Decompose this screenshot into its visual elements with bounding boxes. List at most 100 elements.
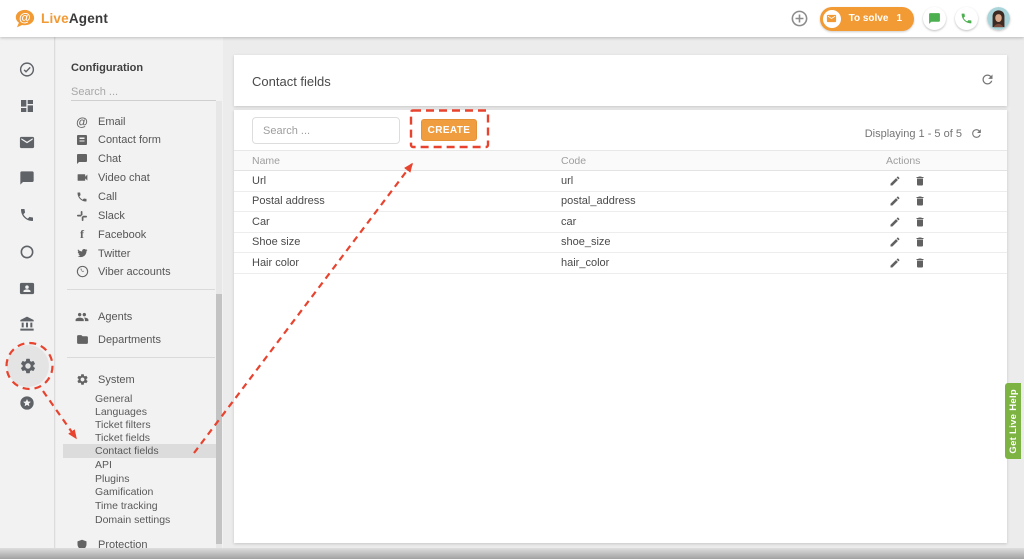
check-circle-icon[interactable]: [19, 61, 36, 78]
sidebar-search-input[interactable]: [71, 83, 216, 101]
top-bar: @ LiveAgent To solve 1: [0, 0, 1024, 37]
agents-icon: [75, 310, 89, 324]
mail-icon[interactable]: [19, 134, 36, 151]
phone-green-icon: [960, 12, 973, 25]
call-icon: [75, 191, 89, 203]
edit-pencil-icon[interactable]: [889, 216, 901, 228]
contact-fields-table: Name Code Actions Url url Postal address…: [234, 150, 1007, 274]
sidebar-divider: [67, 357, 215, 358]
to-solve-button[interactable]: To solve 1: [820, 7, 914, 31]
column-header-code: Code: [561, 155, 586, 167]
sidebar-item-email[interactable]: @ Email: [56, 112, 216, 131]
page-title: Contact fields: [252, 74, 331, 89]
edit-pencil-icon[interactable]: [889, 175, 901, 187]
envelope-icon: [823, 10, 841, 28]
sidebar-scrollbar-thumb[interactable]: [216, 294, 222, 544]
delete-trash-icon[interactable]: [914, 216, 926, 228]
table-row: Car car: [234, 212, 1007, 233]
table-header-row: Name Code Actions: [234, 150, 1007, 171]
chats-button[interactable]: [923, 7, 946, 30]
star-circle-icon[interactable]: [19, 395, 35, 411]
twitter-icon: [75, 247, 89, 260]
sidebar-subitem-general[interactable]: General: [95, 392, 215, 406]
get-live-help-tab[interactable]: Get Live Help: [1005, 383, 1021, 459]
contact-fields-header-card: Contact fields: [234, 55, 1007, 106]
calls-button[interactable]: [955, 7, 978, 30]
liveagent-logo[interactable]: @ LiveAgent: [13, 8, 108, 30]
plus-circle-icon: [790, 9, 809, 28]
gear-icon: [19, 357, 37, 375]
sidebar-item-viber[interactable]: Viber accounts: [56, 262, 216, 281]
contact-fields-content-card: CREATE Displaying 1 - 5 of 5 Name Code A…: [234, 110, 1007, 543]
at-icon: @: [75, 115, 89, 129]
window-bottom-edge: [0, 548, 1024, 559]
sidebar-item-twitter[interactable]: Twitter: [56, 244, 216, 263]
delete-trash-icon[interactable]: [914, 236, 926, 248]
icon-rail: [0, 37, 55, 548]
table-row: Postal address postal_address: [234, 192, 1007, 213]
departments-icon: [75, 333, 89, 346]
sidebar-subitem-languages[interactable]: Languages: [95, 405, 215, 419]
contact-card-icon[interactable]: [19, 280, 36, 297]
liveagent-bubble-icon: @: [13, 8, 36, 30]
sidebar-subitem-plugins[interactable]: Plugins: [95, 472, 215, 486]
sidebar-item-protection[interactable]: Protection: [56, 535, 216, 548]
delete-trash-icon[interactable]: [914, 257, 926, 269]
sidebar-item-video-chat[interactable]: Video chat: [56, 168, 216, 187]
displaying-count-text: Displaying 1 - 5 of 5: [865, 128, 962, 140]
sidebar-item-contact-form[interactable]: Contact form: [56, 130, 216, 149]
sidebar-subitem-ticket-fields[interactable]: Ticket fields: [95, 431, 215, 445]
add-new-button[interactable]: [788, 7, 811, 30]
sidebar-subitem-contact-fields-active[interactable]: Contact fields: [63, 444, 216, 458]
user-avatar[interactable]: [987, 7, 1010, 30]
liveagent-wordmark: LiveAgent: [41, 11, 108, 26]
configuration-sidebar: Configuration @ Email Contact form Chat …: [56, 37, 223, 548]
ring-icon[interactable]: [19, 244, 35, 260]
sidebar-divider: [67, 289, 215, 290]
svg-text:@: @: [19, 10, 31, 24]
protection-icon: [75, 539, 89, 549]
edit-pencil-icon[interactable]: [889, 195, 901, 207]
sidebar-subitem-ticket-filters[interactable]: Ticket filters: [95, 418, 215, 432]
sidebar-item-chat[interactable]: Chat: [56, 149, 216, 168]
chat-bubble-icon[interactable]: [19, 170, 35, 186]
to-solve-label: To solve: [849, 13, 889, 24]
facebook-icon: f: [75, 227, 89, 242]
create-button[interactable]: CREATE: [421, 119, 477, 141]
slack-icon: [75, 210, 89, 222]
sidebar-item-departments[interactable]: Departments: [56, 330, 216, 349]
column-header-name: Name: [252, 155, 280, 167]
table-row: Hair color hair_color: [234, 253, 1007, 274]
sidebar-item-facebook[interactable]: f Facebook: [56, 225, 216, 244]
delete-trash-icon[interactable]: [914, 175, 926, 187]
sidebar-item-agents[interactable]: Agents: [56, 307, 216, 326]
sidebar-item-slack[interactable]: Slack: [56, 206, 216, 225]
table-row: Url url: [234, 171, 1007, 192]
bank-icon[interactable]: [19, 316, 35, 332]
edit-pencil-icon[interactable]: [889, 236, 901, 248]
system-gear-icon: [75, 373, 89, 386]
sidebar-subitem-domain-settings[interactable]: Domain settings: [95, 513, 215, 527]
dashboard-icon[interactable]: [19, 98, 35, 114]
column-header-actions: Actions: [886, 155, 920, 167]
refresh-icon[interactable]: [980, 72, 995, 87]
settings-rail-button[interactable]: [7, 345, 49, 387]
sidebar-item-system[interactable]: System: [56, 370, 216, 389]
sidebar-subitem-gamification[interactable]: Gamification: [95, 485, 215, 499]
sidebar-title: Configuration: [71, 62, 143, 74]
chat-icon: [75, 153, 89, 165]
phone-icon[interactable]: [19, 207, 35, 223]
table-row: Shoe size shoe_size: [234, 233, 1007, 254]
chat-green-icon: [928, 12, 941, 25]
to-solve-count: 1: [896, 13, 902, 24]
table-refresh-icon[interactable]: [970, 127, 983, 140]
video-chat-icon: [75, 171, 89, 184]
sidebar-subitem-api[interactable]: API: [95, 458, 215, 472]
delete-trash-icon[interactable]: [914, 195, 926, 207]
table-search-input[interactable]: [252, 117, 400, 144]
edit-pencil-icon[interactable]: [889, 257, 901, 269]
sidebar-subitem-time-tracking[interactable]: Time tracking: [95, 499, 215, 513]
viber-icon: [75, 265, 89, 278]
contact-form-icon: [75, 134, 89, 146]
sidebar-item-call[interactable]: Call: [56, 187, 216, 206]
